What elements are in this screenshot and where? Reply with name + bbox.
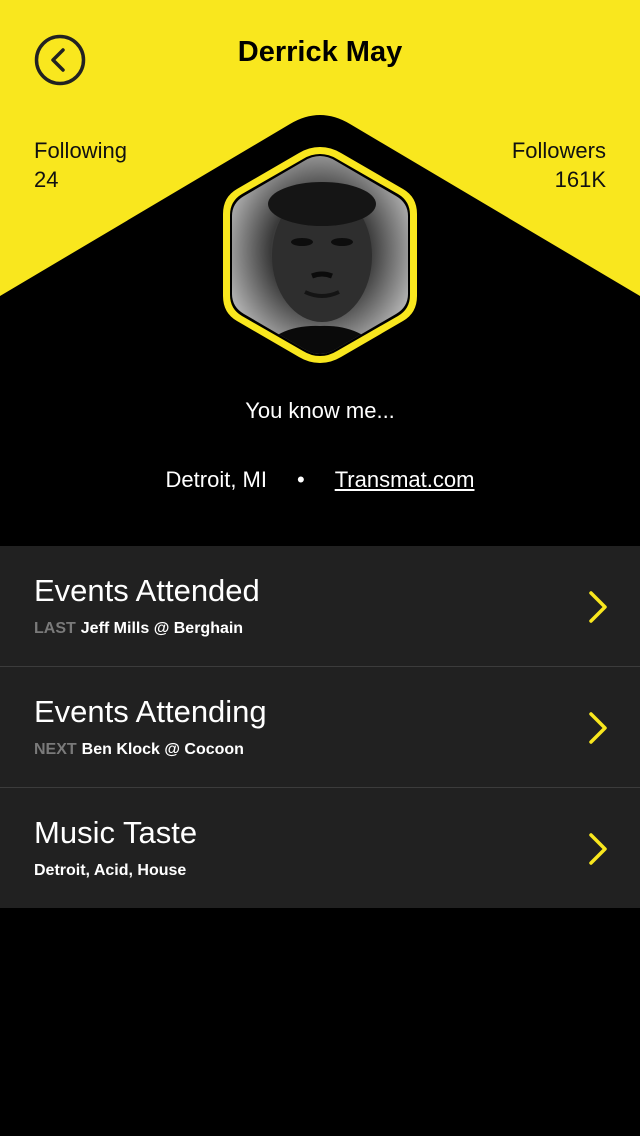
- following-label: Following: [34, 138, 127, 163]
- menu-item-prefix: LAST: [34, 620, 76, 637]
- following-stat[interactable]: Following 24: [34, 136, 127, 194]
- menu-item-title: Events Attended: [34, 573, 260, 608]
- avatar-photo: [232, 156, 408, 354]
- menu-item-subtitle: LAST Jeff Mills @ Berghain: [34, 620, 243, 638]
- profile-tagline: You know me...: [245, 398, 395, 423]
- following-count: 24: [34, 167, 59, 192]
- menu-item-subtitle: NEXT Ben Klock @ Cocoon: [34, 741, 244, 759]
- menu-item-detail: Jeff Mills @ Berghain: [80, 620, 244, 637]
- music-taste-row[interactable]: Music Taste Detroit, Acid, House: [0, 788, 640, 908]
- followers-label: Followers: [511, 138, 606, 163]
- followers-count: 161K: [554, 167, 606, 192]
- menu-item-title: Events Attending: [34, 694, 267, 729]
- followers-stat[interactable]: Followers 161K: [512, 136, 606, 194]
- separator-dot: •: [296, 467, 305, 492]
- profile-menu: Events Attended LAST Jeff Mills @ Berghai…: [0, 546, 640, 908]
- menu-item-subtitle: Detroit, Acid, House: [34, 862, 186, 880]
- events-attended-row[interactable]: Events Attended LAST Jeff Mills @ Berghai…: [0, 546, 640, 667]
- page-title: Derrick May: [237, 36, 403, 68]
- website-link[interactable]: Transmat.com: [335, 467, 475, 493]
- chevron-right-icon: [589, 833, 607, 865]
- chevron-right-icon: [589, 591, 607, 623]
- chevron-left-icon: [34, 34, 86, 86]
- menu-item-detail: Detroit, Acid, House: [34, 862, 187, 879]
- menu-item-title: Music Taste: [34, 815, 198, 850]
- avatar[interactable]: [220, 144, 420, 366]
- menu-item-detail: Ben Klock @ Cocoon: [81, 741, 244, 758]
- chevron-right-icon: [589, 712, 607, 744]
- menu-item-prefix: NEXT: [34, 741, 77, 758]
- location-text: Detroit, MI: [165, 467, 267, 492]
- profile-info-row: Detroit, MI • Transmat.com: [0, 467, 640, 493]
- events-attending-row[interactable]: Events Attending NEXT Ben Klock @ Cocoon: [0, 667, 640, 788]
- back-button[interactable]: [34, 34, 86, 86]
